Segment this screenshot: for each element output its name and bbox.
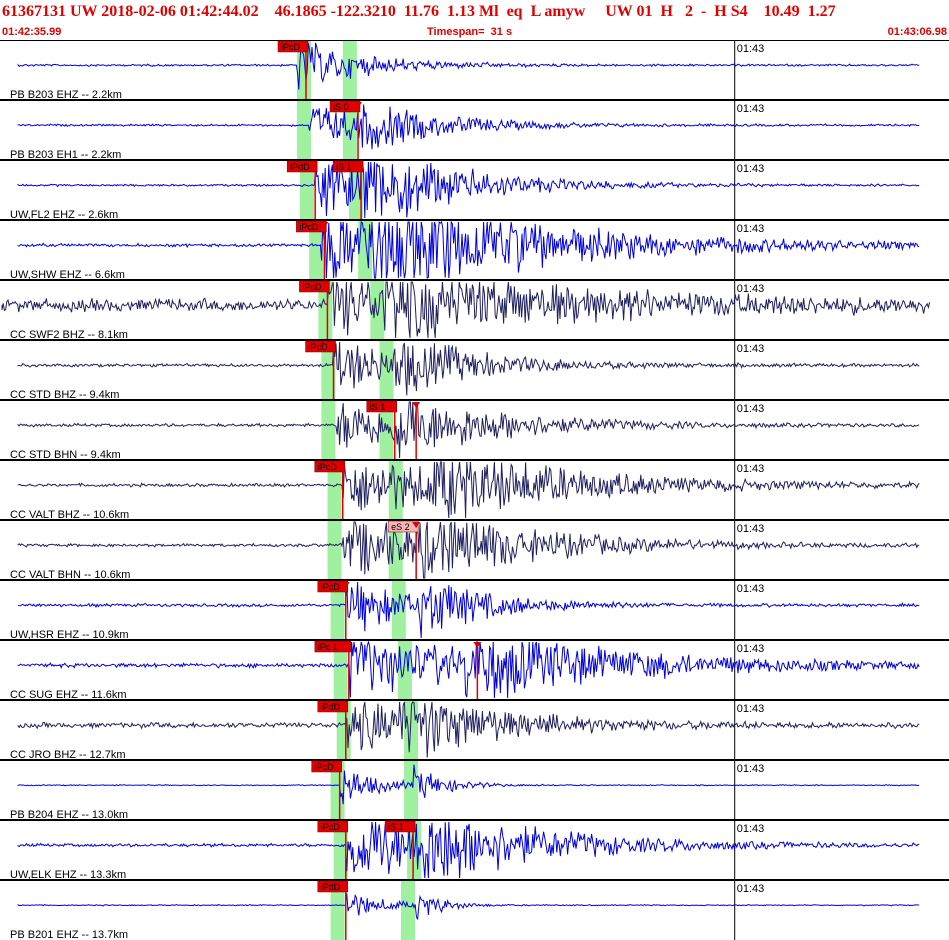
- station-label: PB B201 EHZ -- 13.7km: [10, 929, 128, 940]
- event-summary-line: 61367131 UW 2018-02-06 01:42:44.02 46.18…: [2, 3, 836, 20]
- window-end-time: 01:43:06.98: [887, 26, 947, 38]
- minute-tick-label: 01:43: [737, 43, 765, 55]
- p-arrival-band: [321, 400, 336, 460]
- p-arrival-band: [327, 520, 342, 580]
- p-arrival-band: [296, 100, 311, 160]
- minute-tick-label: 01:43: [737, 643, 765, 655]
- s-arrival-band: [400, 880, 415, 940]
- pick-label: iPcD: [299, 222, 319, 232]
- minute-tick-label: 01:43: [737, 283, 765, 295]
- minute-tick-label: 01:43: [737, 703, 765, 715]
- pick-label: iPcD: [309, 342, 329, 352]
- pick-label: iPcD: [321, 822, 341, 832]
- pick-label: iS 1: [370, 402, 386, 412]
- waveform-trace[interactable]: [17, 521, 920, 579]
- pick-label: iPdD: [321, 702, 341, 712]
- pick-label: iS 1: [336, 162, 352, 172]
- minute-tick-label: 01:43: [737, 343, 765, 355]
- waveform-trace[interactable]: [17, 893, 920, 920]
- pick-label: iPdD: [290, 162, 310, 172]
- minute-tick-label: 01:43: [737, 163, 765, 175]
- minute-tick-label: 01:43: [737, 523, 765, 535]
- event-header: 61367131 UW 2018-02-06 01:42:44.02 46.18…: [0, 0, 949, 40]
- minute-tick-label: 01:43: [737, 463, 765, 475]
- waveform-trace[interactable]: [17, 821, 920, 879]
- window-start-time: 01:42:35.99: [2, 26, 62, 38]
- pick-label: iS 0: [333, 102, 349, 112]
- pick-label: eS 2: [391, 522, 410, 532]
- waveform-trace[interactable]: [17, 640, 920, 699]
- pick-label: iPcD: [302, 282, 322, 292]
- waveform-trace[interactable]: [1, 281, 931, 339]
- waveform-trace[interactable]: [17, 764, 920, 805]
- waveform-trace[interactable]: [17, 581, 920, 639]
- pick-label: iPcD: [281, 42, 301, 52]
- waveform-trace[interactable]: [17, 701, 920, 758]
- s-arrival-band: [379, 340, 394, 400]
- minute-tick-label: 01:43: [737, 403, 765, 415]
- waveform-trace[interactable]: [17, 104, 920, 150]
- minute-tick-label: 01:43: [737, 763, 765, 775]
- minute-tick-label: 01:43: [737, 103, 765, 115]
- waveform-trace[interactable]: [17, 401, 920, 459]
- s-arrival-band: [404, 760, 419, 820]
- seismogram-panel[interactable]: 01:43iPcDPB B203 EHZ -- 2.2km01:43iS 0PB…: [0, 40, 949, 940]
- waveform-trace[interactable]: [17, 461, 920, 519]
- s-arrival-band: [388, 460, 403, 520]
- minute-tick-label: 01:43: [737, 583, 765, 595]
- waveform-trace[interactable]: [17, 341, 920, 396]
- minute-tick-label: 01:43: [737, 823, 765, 835]
- pick-label: iPcD: [315, 762, 335, 772]
- waveform-trace[interactable]: [17, 42, 920, 90]
- minute-tick-label: 01:43: [737, 883, 765, 895]
- pick-label: iPcD: [318, 462, 338, 472]
- timespan-label: Timespan= 31 s: [427, 26, 513, 38]
- pick-label: iS 1: [388, 822, 404, 832]
- minute-tick-label: 01:43: [737, 223, 765, 235]
- waveform-trace[interactable]: [17, 220, 920, 279]
- pick-label: iPcD: [321, 582, 341, 592]
- pick-label: iPdD: [321, 882, 341, 892]
- waveform-trace[interactable]: [17, 161, 920, 219]
- pick-label: iPc 1: [318, 642, 338, 652]
